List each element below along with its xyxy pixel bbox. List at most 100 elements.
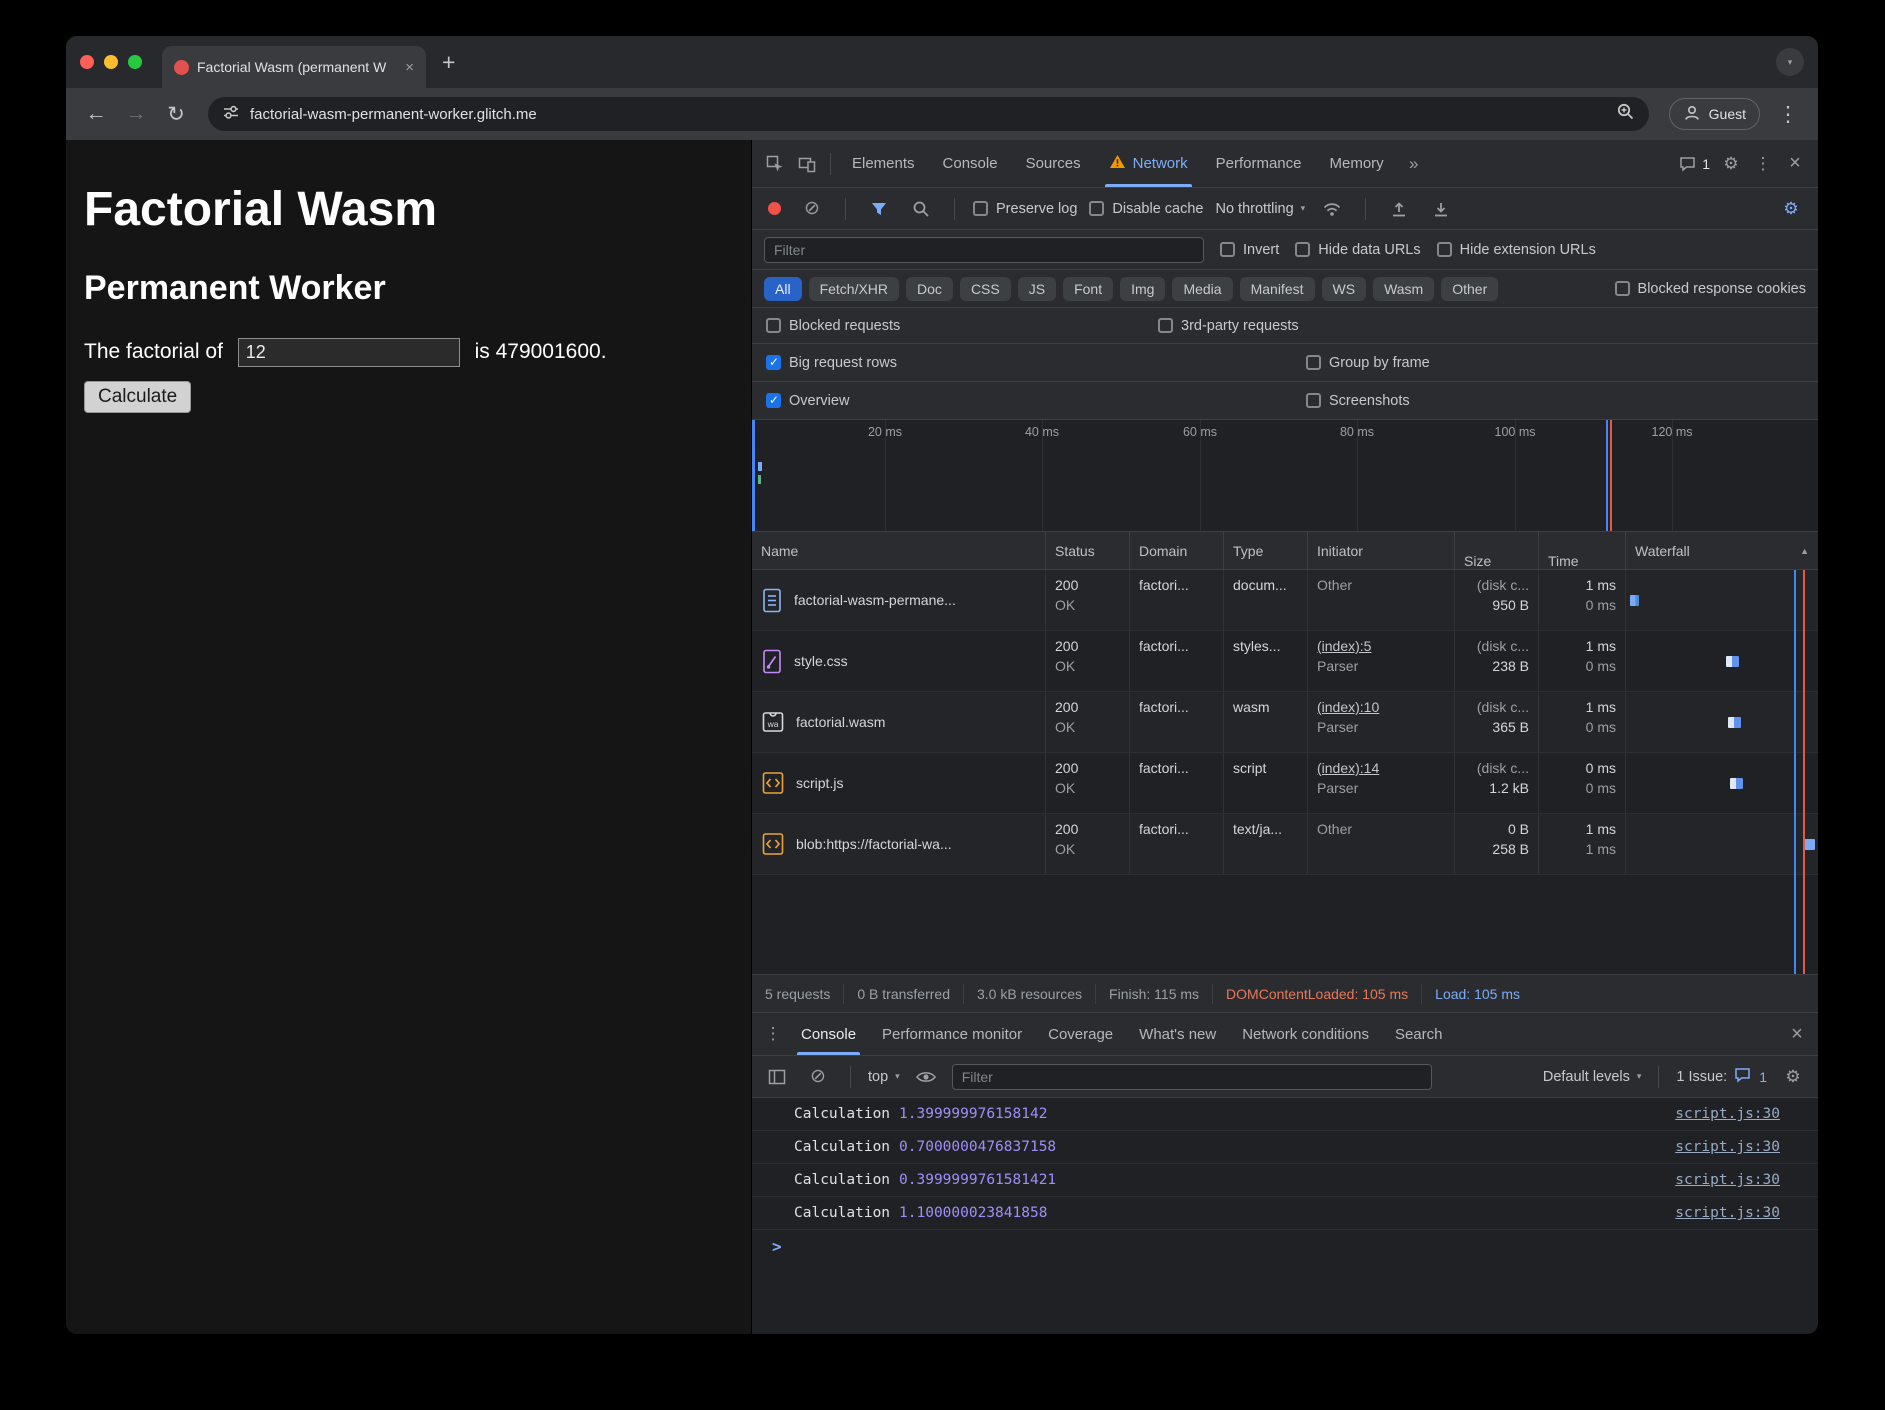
third-party-requests-checkbox[interactable]: 3rd-party requests (1158, 318, 1299, 334)
tab-elements[interactable]: Elements (839, 140, 928, 187)
inspect-element-icon[interactable] (760, 149, 790, 179)
tab-search-button[interactable]: ▾ (1776, 48, 1804, 76)
chip-media[interactable]: Media (1172, 277, 1232, 301)
network-filter-input[interactable] (764, 237, 1204, 263)
tab-console[interactable]: Console (930, 140, 1011, 187)
network-overview-timeline[interactable]: 20 ms 40 ms 60 ms 80 ms 100 ms 120 ms 14… (752, 420, 1818, 532)
drawer-tab-performance-monitor[interactable]: Performance monitor (869, 1013, 1035, 1055)
chip-other[interactable]: Other (1441, 277, 1498, 301)
drawer-tab-coverage[interactable]: Coverage (1035, 1013, 1126, 1055)
overview-checkbox[interactable]: Overview (766, 393, 849, 409)
column-header-time[interactable]: Time (1539, 532, 1626, 569)
issues-icon[interactable]: 1 (1675, 149, 1714, 179)
invert-checkbox[interactable]: Invert (1220, 242, 1279, 258)
screenshots-checkbox[interactable]: Screenshots (1306, 393, 1410, 409)
drawer-menu-icon[interactable]: ⋮ (758, 1019, 788, 1049)
devtools-close-icon[interactable]: × (1780, 149, 1810, 179)
reload-button[interactable]: ↻ (158, 96, 194, 132)
back-button[interactable]: ← (78, 96, 114, 132)
column-header-size[interactable]: Size (1455, 532, 1539, 569)
tab-sources[interactable]: Sources (1013, 140, 1094, 187)
disable-cache-checkbox[interactable]: Disable cache (1089, 201, 1203, 217)
throttling-select[interactable]: No throttling ▾ (1215, 201, 1305, 217)
console-source-link[interactable]: script.js:30 (1675, 1139, 1780, 1155)
clear-console-icon[interactable]: ⊘ (803, 1062, 833, 1092)
window-minimize-button[interactable] (104, 55, 118, 69)
tab-network[interactable]: Network (1096, 140, 1201, 187)
window-zoom-button[interactable] (128, 55, 142, 69)
column-header-initiator[interactable]: Initiator (1308, 532, 1455, 569)
initiator-link[interactable]: (index):10 (1317, 699, 1445, 715)
export-har-icon[interactable] (1426, 194, 1456, 224)
initiator-link[interactable]: (index):14 (1317, 760, 1445, 776)
column-header-domain[interactable]: Domain (1130, 532, 1224, 569)
console-context-select[interactable]: top ▾ (868, 1069, 900, 1085)
browser-menu-button[interactable]: ⋮ (1770, 96, 1806, 132)
eye-icon[interactable] (911, 1062, 941, 1092)
chip-css[interactable]: CSS (960, 277, 1011, 301)
blocked-response-cookies-checkbox[interactable]: Blocked response cookies (1615, 281, 1806, 297)
console-source-link[interactable]: script.js:30 (1675, 1172, 1780, 1188)
device-toolbar-icon[interactable] (792, 149, 822, 179)
chip-js[interactable]: JS (1018, 277, 1056, 301)
group-by-frame-checkbox[interactable]: Group by frame (1306, 355, 1430, 371)
table-row[interactable]: style.css 200OK factori... styles... (in… (752, 631, 1818, 692)
clear-network-log-icon[interactable]: ⊘ (797, 194, 827, 224)
chip-manifest[interactable]: Manifest (1240, 277, 1315, 301)
tab-memory[interactable]: Memory (1317, 140, 1397, 187)
console-log[interactable]: Calculation 1.399999976158142 script.js:… (752, 1098, 1818, 1334)
forward-button[interactable]: → (118, 96, 154, 132)
console-source-link[interactable]: script.js:30 (1675, 1106, 1780, 1122)
new-tab-button[interactable]: + (442, 51, 455, 74)
preserve-log-checkbox[interactable]: Preserve log (973, 201, 1077, 217)
chip-doc[interactable]: Doc (906, 277, 953, 301)
chip-all[interactable]: All (764, 277, 802, 301)
console-settings-icon[interactable]: ⚙ (1778, 1062, 1808, 1092)
column-header-type[interactable]: Type (1224, 532, 1308, 569)
network-settings-icon[interactable]: ⚙ (1776, 194, 1806, 224)
issues-link[interactable]: 1 Issue: 1 (1676, 1067, 1767, 1087)
chip-font[interactable]: Font (1063, 277, 1113, 301)
chip-img[interactable]: Img (1120, 277, 1165, 301)
network-conditions-icon[interactable] (1317, 194, 1347, 224)
console-source-link[interactable]: script.js:30 (1675, 1205, 1780, 1221)
table-row[interactable]: factorial-wasm-permane... 200OK factori.… (752, 570, 1818, 631)
tab-close-icon[interactable]: × (405, 59, 414, 76)
devtools-settings-icon[interactable]: ⚙ (1716, 149, 1746, 179)
search-icon[interactable] (906, 194, 936, 224)
timeline-start-handle[interactable] (752, 420, 755, 531)
window-close-button[interactable] (80, 55, 94, 69)
zoom-icon[interactable] (1616, 102, 1635, 126)
table-row[interactable]: wa factorial.wasm 200OK factori... wasm … (752, 692, 1818, 753)
blocked-requests-checkbox[interactable]: Blocked requests (766, 318, 900, 334)
column-header-status[interactable]: Status (1046, 532, 1130, 569)
hide-extension-urls-checkbox[interactable]: Hide extension URLs (1437, 242, 1596, 258)
big-request-rows-checkbox[interactable]: Big request rows (766, 355, 897, 371)
chip-ws[interactable]: WS (1322, 277, 1367, 301)
devtools-menu-icon[interactable]: ⋮ (1748, 149, 1778, 179)
address-bar[interactable]: factorial-wasm-permanent-worker.glitch.m… (208, 97, 1649, 131)
browser-tab[interactable]: Factorial Wasm (permanent W × (162, 46, 426, 88)
drawer-tab-console[interactable]: Console (788, 1013, 869, 1055)
drawer-tab-search[interactable]: Search (1382, 1013, 1456, 1055)
drawer-tab-network-conditions[interactable]: Network conditions (1229, 1013, 1382, 1055)
hide-data-urls-checkbox[interactable]: Hide data URLs (1295, 242, 1420, 258)
import-har-icon[interactable] (1384, 194, 1414, 224)
tab-performance[interactable]: Performance (1203, 140, 1315, 187)
record-network-log-icon[interactable] (768, 202, 781, 215)
calculate-button[interactable]: Calculate (84, 381, 191, 413)
column-header-name[interactable]: Name (752, 532, 1046, 569)
more-tabs-icon[interactable]: » (1399, 149, 1429, 179)
filter-icon[interactable] (864, 194, 894, 224)
site-settings-icon[interactable] (222, 103, 240, 126)
factorial-input[interactable] (238, 338, 460, 367)
drawer-close-icon[interactable]: × (1782, 1019, 1812, 1049)
console-sidebar-icon[interactable] (762, 1062, 792, 1092)
console-filter-input[interactable] (952, 1064, 1432, 1090)
log-levels-select[interactable]: Default levels ▾ (1543, 1069, 1642, 1085)
drawer-tab-whats-new[interactable]: What's new (1126, 1013, 1229, 1055)
initiator-link[interactable]: (index):5 (1317, 638, 1445, 654)
table-row[interactable]: script.js 200OK factori... script (index… (752, 753, 1818, 814)
chip-wasm[interactable]: Wasm (1373, 277, 1434, 301)
chip-fetch-xhr[interactable]: Fetch/XHR (809, 277, 899, 301)
